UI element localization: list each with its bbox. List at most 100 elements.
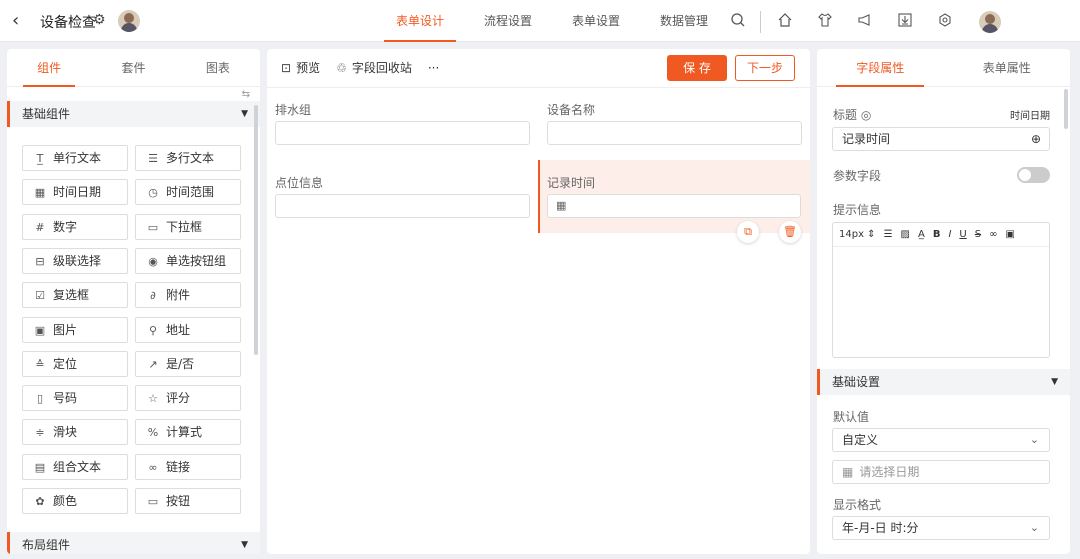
shirt-icon[interactable] (815, 12, 835, 32)
preview-icon: ⊡ (281, 61, 292, 75)
section-layout-label: 布局组件 (22, 538, 71, 552)
component-item[interactable]: ⊟ 级联选择 (22, 247, 128, 274)
scrollbar[interactable] (1064, 89, 1068, 129)
field-label-point-info: 点位信息 (275, 176, 324, 190)
page-title: 设备检查 (40, 15, 96, 31)
title-input[interactable]: 记录时间 ⊕ (832, 127, 1050, 151)
scrollbar[interactable] (254, 105, 258, 355)
component-label: 单选按钮组 (166, 253, 227, 268)
component-icon: ∂ (150, 289, 156, 303)
title-settings-icon[interactable]: ⚙ (93, 12, 106, 28)
component-item[interactable]: ▭ 按钮 (135, 488, 241, 514)
tab-field-properties[interactable]: 字段属性 (817, 49, 944, 87)
component-icon: ☰ (148, 152, 158, 165)
strikethrough-icon[interactable]: S (975, 229, 981, 240)
tab-form-properties[interactable]: 表单属性 (944, 49, 1071, 86)
globe-icon[interactable]: ⊕ (1031, 128, 1041, 150)
component-item[interactable]: ☰ 多行文本 (135, 145, 241, 171)
component-item[interactable]: ▯ 号码 (22, 385, 128, 412)
component-item[interactable]: ◷ 时间范围 (135, 179, 241, 206)
download-icon[interactable] (895, 12, 915, 32)
section-basic-components[interactable]: 基础组件 ▼ (7, 101, 260, 127)
component-item[interactable]: % 计算式 (135, 419, 241, 446)
component-item[interactable]: ☑ 复选框 (22, 282, 128, 309)
component-item[interactable]: ▣ 图片 (22, 316, 128, 343)
component-item[interactable]: ▦ 时间日期 (22, 179, 128, 206)
tab-data-management[interactable]: 数据管理 (648, 0, 720, 42)
component-icon: ▭ (147, 220, 159, 234)
component-icon: ⊟ (35, 254, 45, 268)
component-item[interactable]: ✿ 颜色 (22, 488, 128, 514)
date-picker-input[interactable]: ▦ 请选择日期 (832, 460, 1050, 484)
avatar[interactable] (118, 10, 140, 32)
component-item[interactable]: ▭ 下拉框 (135, 213, 241, 240)
editor-toolbar: 14px ⇕ ☰ ▨ A̲ B I U S ∞ ▣ (833, 223, 1049, 247)
next-step-button[interactable]: 下一步 (735, 55, 795, 81)
title-label: 标题 ◎ (833, 108, 872, 122)
default-value-select[interactable]: 自定义 ⌄ (832, 428, 1050, 452)
recycle-bin-button[interactable]: ♲ 字段回收站 (336, 59, 412, 76)
tab-form-settings[interactable]: 表单设置 (560, 0, 632, 42)
link-icon[interactable]: ∞ (989, 229, 997, 240)
component-item[interactable]: ☆ 评分 (135, 385, 241, 412)
drain-group-input[interactable] (275, 121, 530, 145)
field-type-label: 时间日期 (1010, 111, 1050, 122)
device-name-input[interactable] (547, 121, 802, 145)
component-label: 级联选择 (53, 253, 102, 268)
tab-kits[interactable]: 套件 (91, 49, 175, 86)
user-avatar[interactable] (979, 11, 1001, 33)
display-format-select[interactable]: 年-月-日 时:分 ⌄ (832, 516, 1050, 540)
component-label: 颜色 (53, 494, 78, 508)
component-label: 数字 (53, 219, 78, 234)
point-info-input[interactable] (275, 194, 530, 218)
tab-field-properties-label: 字段属性 (836, 51, 925, 87)
component-item[interactable]: ≙ 定位 (22, 350, 128, 377)
field-label-device-name: 设备名称 (547, 103, 596, 117)
settings-icon[interactable] (935, 12, 955, 32)
section-layout-components[interactable]: 布局组件 ▼ (7, 532, 260, 554)
component-label: 组合文本 (53, 459, 102, 474)
component-item[interactable]: # 数字 (22, 213, 128, 240)
tab-components[interactable]: 组件 (7, 49, 91, 87)
back-icon[interactable]: ‹ (12, 10, 19, 31)
font-size-select[interactable]: 14px ⇕ (839, 229, 876, 240)
component-item[interactable]: ▤ 组合文本 (22, 453, 128, 480)
chevron-down-icon: ⌄ (1029, 521, 1039, 534)
component-item[interactable]: ∞ 链接 (135, 453, 241, 480)
more-button[interactable]: ··· (428, 61, 439, 75)
component-label: 单行文本 (53, 151, 102, 165)
save-button[interactable]: 保 存 (667, 55, 727, 81)
component-item[interactable]: ⚲ 地址 (135, 316, 241, 343)
component-icon: ∞ (148, 460, 158, 474)
section-basic-settings[interactable]: 基础设置 ▼ (817, 369, 1070, 395)
delete-icon[interactable]: 🗑 (779, 221, 801, 243)
underline-icon[interactable]: U (959, 229, 966, 240)
component-item[interactable]: ↗ 是/否 (135, 350, 241, 377)
component-item[interactable]: ◉ 单选按钮组 (135, 247, 241, 274)
swap-icon[interactable]: ⇆ (242, 89, 250, 100)
align-icon[interactable]: ☰ (884, 229, 893, 240)
hint-editor[interactable]: 14px ⇕ ☰ ▨ A̲ B I U S ∞ ▣ (832, 222, 1050, 358)
component-item[interactable]: T̲ 单行文本 (22, 145, 128, 171)
calendar-icon: ▦ (556, 199, 567, 212)
tab-charts[interactable]: 图表 (176, 49, 260, 86)
component-item[interactable]: ≑ 滑块 (22, 419, 128, 446)
component-icon: % (147, 426, 159, 440)
preview-button[interactable]: ⊡ 预览 (281, 59, 320, 76)
italic-icon[interactable]: I (948, 229, 951, 240)
param-field-toggle[interactable] (1017, 167, 1050, 183)
component-label: 时间范围 (166, 185, 215, 200)
component-item[interactable]: ∂ 附件 (135, 282, 241, 309)
tab-form-design[interactable]: 表单设计 (384, 0, 457, 42)
bg-color-icon[interactable]: ▨ (901, 229, 910, 240)
record-time-input[interactable]: ▦ (547, 194, 801, 218)
bold-icon[interactable]: B (933, 229, 941, 240)
image-icon[interactable]: ▣ (1005, 229, 1014, 240)
eye-icon[interactable]: ◎ (861, 108, 871, 122)
tab-process-settings[interactable]: 流程设置 (472, 0, 544, 42)
copy-icon[interactable]: ⧉ (737, 221, 759, 243)
home-icon[interactable] (775, 12, 795, 32)
font-color-icon[interactable]: A̲ (918, 229, 925, 240)
search-icon[interactable] (728, 12, 748, 32)
megaphone-icon[interactable] (855, 12, 875, 32)
